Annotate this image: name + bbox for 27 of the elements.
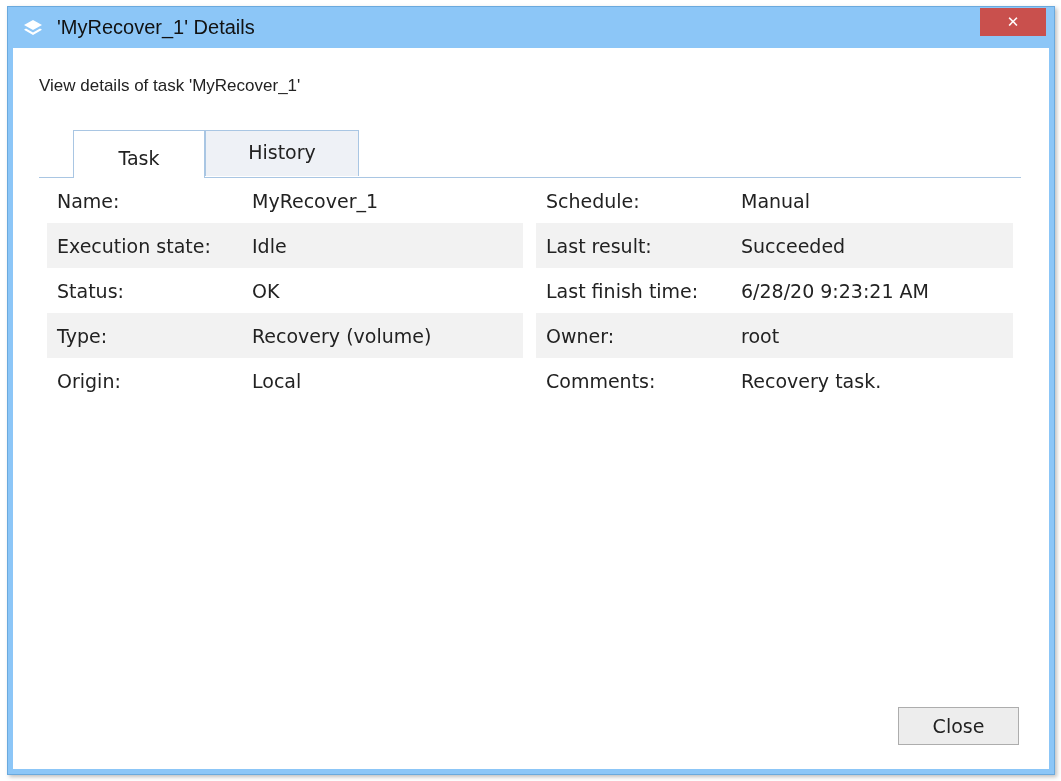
close-dialog-button[interactable]: Close: [898, 707, 1019, 745]
field-value: Recovery (volume): [252, 324, 432, 347]
field-value: root: [741, 324, 780, 347]
field-label: Last result:: [545, 234, 653, 257]
tab[interactable]: History: [205, 130, 359, 176]
field-label: Comments:: [545, 369, 657, 392]
field-label: Execution state:: [56, 234, 212, 257]
field-value: OK: [252, 279, 280, 302]
field-value: Idle: [252, 234, 287, 257]
field-value: Local: [252, 369, 302, 392]
field-label: Name:: [56, 189, 121, 212]
layers-icon: [23, 18, 43, 37]
window-title: 'MyRecover_1' Details: [57, 16, 255, 39]
close-button[interactable]: ✕: [980, 7, 1046, 36]
field-value: Succeeded: [741, 234, 846, 257]
field-value: Recovery task.: [741, 369, 882, 392]
field-value: 6/28/20 9:23:21 AM: [741, 279, 929, 302]
field-label: Schedule:: [545, 189, 641, 212]
field-value: Manual: [741, 189, 811, 212]
dialog-subtitle: View details of task 'MyRecover_1': [39, 76, 302, 96]
field-label: Owner:: [545, 324, 616, 347]
field-label: Status:: [56, 279, 125, 302]
field-label: Origin:: [56, 369, 122, 392]
field-value: MyRecover_1: [252, 189, 379, 212]
tab[interactable]: Task: [73, 130, 205, 178]
field-label: Type:: [56, 324, 109, 347]
field-label: Last finish time:: [545, 279, 700, 302]
